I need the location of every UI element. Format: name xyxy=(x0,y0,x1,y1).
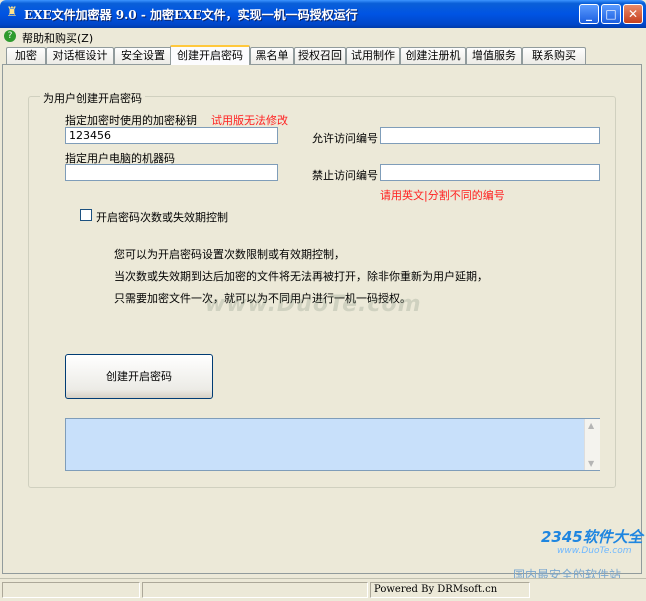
tab-purchase[interactable]: 联系购买 xyxy=(522,47,586,64)
separator-note: 请用英文|分割不同的编号 xyxy=(380,189,505,202)
machine-code-input[interactable] xyxy=(65,164,278,181)
tab-blacklist[interactable]: 黑名单 xyxy=(250,47,294,64)
allow-id-label: 允许访问编号 xyxy=(312,132,378,145)
tab-dialog-design[interactable]: 对话框设计 xyxy=(46,47,114,64)
encryption-key-input[interactable]: 123456 xyxy=(65,127,278,144)
limit-control-checkbox[interactable] xyxy=(80,209,92,221)
scroll-down-icon[interactable]: ▼ xyxy=(588,459,594,468)
corner-logo: 2345软件大全 www.DuoTe.com 国内最安全的软件站 xyxy=(505,522,645,582)
tab-encrypt[interactable]: 加密 xyxy=(6,47,46,64)
output-textarea[interactable] xyxy=(65,418,600,471)
watermark: www.DuoTe.com xyxy=(205,292,422,317)
info-line-1: 您可以为开启密码设置次数限制或有效期控制， xyxy=(114,248,345,261)
tab-create-password[interactable]: 创建开启密码 xyxy=(170,45,250,65)
key-label: 指定加密时使用的加密秘钥 xyxy=(65,114,197,127)
allow-id-input[interactable] xyxy=(380,127,600,144)
status-bar: Powered By DRMsoft.cn xyxy=(0,578,646,601)
app-icon: ♜ xyxy=(6,5,18,20)
maximize-button[interactable]: □ xyxy=(601,4,621,24)
trial-note: 试用版无法修改 xyxy=(211,114,288,127)
tab-keygen[interactable]: 创建注册机 xyxy=(400,47,466,64)
tab-license-recall[interactable]: 授权召回 xyxy=(294,47,346,64)
status-cell-2 xyxy=(142,582,368,598)
tab-trial[interactable]: 试用制作 xyxy=(346,47,400,64)
deny-id-label: 禁止访问编号 xyxy=(312,169,378,182)
limit-control-label[interactable]: 开启密码次数或失效期控制 xyxy=(96,209,228,225)
status-powered-by: Powered By DRMsoft.cn xyxy=(370,582,530,598)
deny-id-input[interactable] xyxy=(380,164,600,181)
minimize-button[interactable]: _ xyxy=(579,4,599,24)
corner-logo-brand: 2345软件大全 xyxy=(541,528,643,546)
output-scrollbar[interactable]: ▲ ▼ xyxy=(584,419,600,470)
menu-bar: ? 帮助和购买(Z) xyxy=(0,28,646,46)
title-bar: ♜ EXE文件加密器 9.0 - 加密EXE文件，实现一机一码授权运行 _ □ … xyxy=(0,0,646,28)
info-line-2: 当次数或失效期到达后加密的文件将无法再被打开，除非你重新为用户延期， xyxy=(114,270,488,283)
tab-security-settings[interactable]: 安全设置 xyxy=(114,47,172,64)
status-cell-1 xyxy=(2,582,140,598)
create-password-button[interactable]: 创建开启密码 xyxy=(65,354,213,399)
help-icon: ? xyxy=(4,30,16,42)
tab-strip: 加密 对话框设计 安全设置 创建开启密码 黑名单 授权召回 试用制作 创建注册机… xyxy=(2,45,642,65)
corner-logo-url: www.DuoTe.com xyxy=(557,546,632,556)
menu-help[interactable]: 帮助和购买(Z) xyxy=(22,30,93,46)
group-title: 为用户创建开启密码 xyxy=(40,90,145,106)
scroll-up-icon[interactable]: ▲ xyxy=(588,421,594,430)
tab-value-added[interactable]: 增值服务 xyxy=(466,47,522,64)
window-title: EXE文件加密器 9.0 - 加密EXE文件，实现一机一码授权运行 xyxy=(24,8,358,22)
close-button[interactable]: ✕ xyxy=(623,4,643,24)
